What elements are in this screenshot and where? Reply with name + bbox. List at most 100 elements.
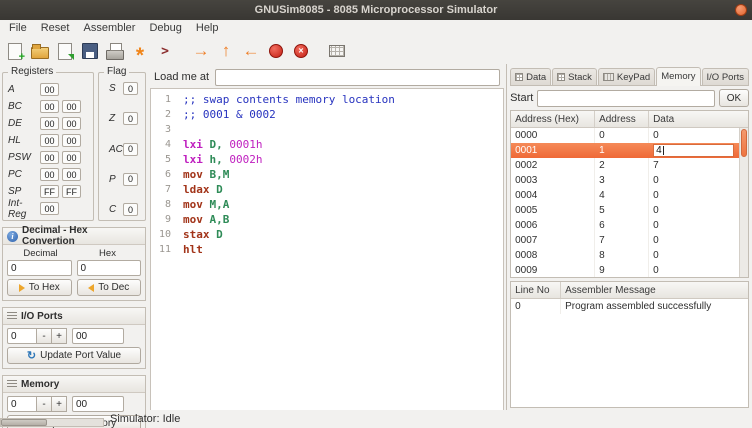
cell-address-hex[interactable]: 0001	[511, 143, 595, 158]
table-row[interactable]: 0005 5 0	[511, 203, 748, 218]
horizontal-scrollbar[interactable]	[0, 418, 104, 427]
menu-file[interactable]: File	[2, 20, 34, 38]
register-value[interactable]: 00	[40, 168, 59, 181]
cell-address-hex[interactable]: 0004	[511, 188, 595, 203]
hex-input[interactable]	[77, 260, 142, 276]
tab-keypad[interactable]: KeyPad	[598, 68, 655, 85]
tab-data[interactable]: Data	[510, 68, 551, 85]
tab-memory[interactable]: Memory	[656, 67, 700, 86]
update-port-value-button[interactable]: Update Port Value	[7, 347, 141, 364]
cell-address[interactable]: 2	[595, 158, 649, 173]
register-value[interactable]: 00	[40, 100, 59, 113]
cell-address[interactable]: 1	[595, 143, 649, 158]
to-dec-button[interactable]: To Dec	[77, 279, 142, 296]
port-number-input[interactable]	[7, 328, 37, 344]
port-increment-button[interactable]: +	[52, 328, 67, 344]
new-file-icon[interactable]	[4, 40, 26, 62]
cell-address[interactable]: 6	[595, 218, 649, 233]
add-breakpoint-icon[interactable]	[265, 40, 287, 62]
flag-value[interactable]: 0	[123, 173, 138, 186]
remove-breakpoint-icon[interactable]	[290, 40, 312, 62]
column-header-line-no[interactable]: Line No	[511, 282, 561, 298]
cell-data[interactable]: 0	[649, 173, 748, 188]
table-row[interactable]: 0009 9 0	[511, 263, 748, 278]
cell-address-hex[interactable]: 0003	[511, 173, 595, 188]
to-hex-button[interactable]: To Hex	[7, 279, 72, 296]
ok-button[interactable]: OK	[719, 89, 749, 107]
table-row[interactable]: 0002 2 7	[511, 158, 748, 173]
column-header-address[interactable]: Address	[595, 111, 649, 127]
register-value[interactable]: 00	[40, 83, 59, 96]
cell-address-hex[interactable]: 0002	[511, 158, 595, 173]
flag-value[interactable]: 0	[123, 143, 138, 156]
register-value[interactable]: 00	[40, 202, 59, 215]
register-value[interactable]: 00	[62, 134, 81, 147]
cell-address[interactable]: 0	[595, 128, 649, 143]
register-value[interactable]: 00	[62, 168, 81, 181]
port-value-input[interactable]	[72, 328, 124, 344]
cell-address[interactable]: 9	[595, 263, 649, 278]
close-button[interactable]	[735, 4, 747, 16]
save-as-icon[interactable]	[79, 40, 101, 62]
open-file-icon[interactable]	[29, 40, 51, 62]
register-value[interactable]: 00	[62, 100, 81, 113]
step-backward-icon[interactable]	[240, 40, 262, 62]
table-row[interactable]: 0008 8 0	[511, 248, 748, 263]
cell-line-no[interactable]: 0	[511, 299, 561, 314]
table-row[interactable]: 0004 4 0	[511, 188, 748, 203]
cell-data[interactable]: 0	[649, 233, 748, 248]
save-file-icon[interactable]	[54, 40, 76, 62]
register-value[interactable]: 00	[62, 117, 81, 130]
cell-address[interactable]: 3	[595, 173, 649, 188]
column-header-data[interactable]: Data	[649, 111, 748, 127]
flag-value[interactable]: 0	[123, 82, 138, 95]
print-icon[interactable]	[104, 40, 126, 62]
cell-address-hex[interactable]: 0000	[511, 128, 595, 143]
column-header-address-hex[interactable]: Address (Hex)	[511, 111, 595, 127]
cell-message[interactable]: Program assembled successfully	[561, 299, 748, 314]
cell-address[interactable]: 5	[595, 203, 649, 218]
menu-reset[interactable]: Reset	[34, 20, 77, 38]
column-header-message[interactable]: Assembler Message	[561, 282, 748, 298]
flag-value[interactable]: 0	[123, 203, 138, 216]
code-editor[interactable]: 1 ;; swap contents memory location 2 ;; …	[150, 88, 504, 410]
table-row[interactable]: 0007 7 0	[511, 233, 748, 248]
cell-data[interactable]: 4	[649, 143, 748, 158]
start-address-input[interactable]	[537, 90, 715, 107]
menu-assembler[interactable]: Assembler	[76, 20, 142, 38]
step-forward-icon[interactable]	[190, 40, 212, 62]
cell-data[interactable]: 0	[649, 263, 748, 278]
load-address-input[interactable]	[215, 69, 500, 86]
cell-address[interactable]: 7	[595, 233, 649, 248]
cell-data[interactable]: 0	[649, 203, 748, 218]
memory-table-scrollbar[interactable]	[739, 128, 748, 277]
cell-address-hex[interactable]: 0005	[511, 203, 595, 218]
cell-address-hex[interactable]: 0008	[511, 248, 595, 263]
show-listing-icon[interactable]	[154, 40, 176, 62]
register-value[interactable]: 00	[40, 151, 59, 164]
register-value[interactable]: FF	[40, 185, 59, 198]
register-value[interactable]: 00	[40, 117, 59, 130]
cell-address-hex[interactable]: 0007	[511, 233, 595, 248]
menu-help[interactable]: Help	[189, 20, 226, 38]
cell-address[interactable]: 4	[595, 188, 649, 203]
cell-address[interactable]: 8	[595, 248, 649, 263]
cell-data[interactable]: 0	[649, 218, 748, 233]
register-value[interactable]: 00	[40, 134, 59, 147]
cell-data[interactable]: 0	[649, 188, 748, 203]
port-decrement-button[interactable]: -	[37, 328, 52, 344]
message-row[interactable]: 0 Program assembled successfully	[511, 299, 748, 314]
tab-stack[interactable]: Stack	[552, 68, 597, 85]
table-row[interactable]: 0003 3 0	[511, 173, 748, 188]
cell-data[interactable]: 0	[649, 128, 748, 143]
menu-debug[interactable]: Debug	[142, 20, 188, 38]
table-row-selected[interactable]: 0001 1 4	[511, 143, 748, 158]
cell-data[interactable]: 0	[649, 248, 748, 263]
cell-address-hex[interactable]: 0009	[511, 263, 595, 278]
scrollbar-thumb[interactable]	[741, 129, 747, 157]
run-icon[interactable]	[215, 40, 237, 62]
assemble-icon[interactable]	[129, 40, 151, 62]
scrollbar-thumb[interactable]	[1, 419, 47, 426]
decimal-input[interactable]	[7, 260, 72, 276]
data-edit-input[interactable]: 4	[653, 144, 734, 157]
